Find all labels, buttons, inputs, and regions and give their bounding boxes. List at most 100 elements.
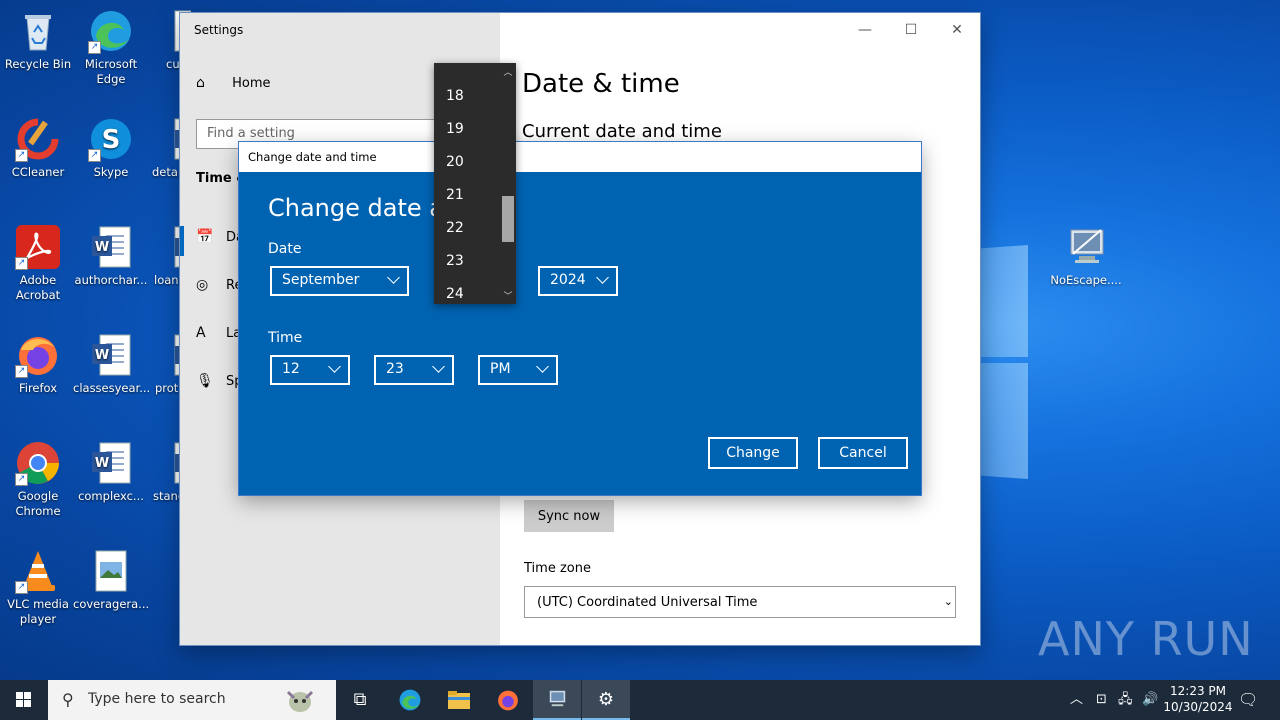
acrobat-icon: ↗ [15, 224, 61, 270]
close-button[interactable]: ✕ [934, 17, 980, 43]
ampm-value: PM [490, 361, 511, 377]
taskbar-edge-icon[interactable] [386, 680, 434, 720]
microphone-icon: 🎙 [196, 373, 214, 389]
noescape-app-icon [1063, 224, 1109, 270]
nav-home[interactable]: ⌂ Home [196, 75, 271, 91]
time-label: Time [268, 330, 303, 346]
globe-region-icon: ◎ [196, 277, 209, 293]
desktop-icon-noescape[interactable]: NoEscape.... [1048, 224, 1124, 288]
icon-label: NoEscape.... [1050, 273, 1122, 287]
minute-dropdown[interactable]: 23 [374, 355, 454, 385]
chevron-down-icon: ⌄ [943, 595, 953, 608]
nav-item-date-time[interactable]: 📅 Da [196, 229, 244, 245]
task-view-icon[interactable]: ⧉ [336, 680, 384, 720]
day-option[interactable]: 17 [446, 63, 464, 67]
anyrun-watermark: ANY RUN [1038, 612, 1254, 666]
notifications-icon[interactable]: 🗨 [1238, 680, 1258, 720]
dialog-titlebar: Change date and time [239, 142, 921, 172]
taskbar-search-placeholder: Type here to search [88, 691, 226, 707]
svg-text:W: W [95, 348, 109, 363]
taskbar-settings-gear-icon[interactable]: ⚙ [582, 680, 630, 720]
taskbar-firefox-icon[interactable] [484, 680, 532, 720]
ampm-dropdown[interactable]: PM [478, 355, 558, 385]
day-option[interactable]: 22 [446, 220, 464, 236]
icon-label: CCleaner [11, 165, 65, 179]
desktop-icon-ccleaner[interactable]: ↗ CCleaner [0, 116, 76, 180]
chevron-down-icon [328, 360, 341, 373]
desktop-icon-google-chrome[interactable]: ↗ Google Chrome [0, 440, 76, 519]
day-option[interactable]: 21 [446, 187, 464, 203]
icon-label: Adobe Acrobat [15, 273, 61, 302]
day-option[interactable]: 19 [446, 121, 464, 137]
dialog-window-title: Change date and time [248, 150, 377, 164]
volume-icon[interactable]: 🔊 [1142, 680, 1158, 720]
nav-selection-indicator [180, 226, 184, 256]
cancel-button[interactable]: Cancel [818, 437, 908, 469]
skype-icon: S ↗ [88, 116, 134, 162]
network-icon[interactable]: 🖧 [1118, 680, 1133, 720]
change-button[interactable]: Change [708, 437, 798, 469]
nav-item-region[interactable]: ◎ Re [196, 277, 242, 293]
ccleaner-icon: ↗ [15, 116, 61, 162]
icon-label: coveragera... [73, 597, 150, 611]
day-option[interactable]: 18 [446, 88, 464, 104]
svg-text:S: S [102, 125, 121, 155]
icon-label: VLC media player [7, 597, 69, 626]
nav-item-speech[interactable]: 🎙 Sp [196, 373, 243, 389]
calendar-clock-icon: 📅 [196, 229, 214, 245]
taskbar: ⚲ Type here to search ⧉ ⚙ ︿ ⊡ 🖧 🔊 12:23 … [0, 680, 1280, 720]
show-hidden-icons-chevron-up-icon[interactable]: ︿ [1070, 680, 1083, 720]
timezone-select[interactable]: (UTC) Coordinated Universal Time ⌄ [524, 586, 956, 618]
chevron-down-icon [596, 271, 609, 284]
minimize-button[interactable]: — [842, 17, 888, 43]
word-doc-icon: W [88, 332, 134, 378]
desktop-icon-firefox[interactable]: ↗ Firefox [0, 332, 76, 396]
taskbar-noescape-icon[interactable] [533, 680, 581, 720]
chevron-down-icon [387, 271, 400, 284]
scroll-down-icon[interactable]: ﹀ [500, 289, 516, 302]
page-title: Date & time [522, 69, 680, 99]
search-icon: ⚲ [62, 690, 74, 709]
search-highlight-icon [282, 684, 318, 720]
svg-text:W: W [95, 240, 109, 255]
settings-window-title: Settings [194, 23, 244, 37]
maximize-button[interactable]: ☐ [888, 17, 934, 43]
day-option[interactable]: 23 [446, 253, 464, 269]
scrollbar-thumb[interactable] [502, 196, 514, 242]
year-value: 2024 [550, 272, 586, 288]
language-icon: A [196, 325, 206, 341]
meet-now-icon[interactable]: ⊡ [1096, 680, 1107, 720]
chrome-icon: ↗ [15, 440, 61, 486]
taskbar-clock[interactable]: 12:23 PM 10/30/2024 [1160, 683, 1236, 715]
day-picker-scrollbar[interactable]: ︿ ﹀ [500, 63, 516, 304]
hour-dropdown[interactable]: 12 [270, 355, 350, 385]
scroll-up-icon[interactable]: ︿ [500, 65, 516, 78]
month-dropdown[interactable]: September [270, 266, 409, 296]
date-label: Date [268, 241, 302, 257]
search-placeholder: Find a setting [207, 126, 295, 141]
chevron-down-icon [536, 360, 549, 373]
firefox-icon: ↗ [15, 332, 61, 378]
word-doc-icon: W [88, 440, 134, 486]
sync-now-button[interactable]: Sync now [524, 500, 614, 532]
start-button[interactable] [0, 680, 48, 720]
file-explorer-icon[interactable] [435, 680, 483, 720]
day-option[interactable]: 24 [446, 286, 464, 302]
image-file-icon [88, 548, 134, 594]
desktop-icon-adobe-acrobat[interactable]: ↗ Adobe Acrobat [0, 224, 76, 303]
desktop-icon-vlc[interactable]: ↗ VLC media player [0, 548, 76, 627]
vlc-icon: ↗ [15, 548, 61, 594]
icon-label: Firefox [18, 381, 58, 395]
day-picker-list[interactable]: 17 18 19 20 21 22 23 24 ︿ ﹀ [434, 63, 516, 304]
taskbar-search-box[interactable]: ⚲ Type here to search [48, 680, 336, 720]
nav-item-language[interactable]: A La [196, 325, 241, 341]
change-date-time-dialog: Change date and time Change date and Dat… [239, 142, 921, 495]
svg-text:W: W [95, 456, 109, 471]
desktop-icon-recycle-bin[interactable]: Recycle Bin [0, 8, 76, 72]
nav-home-label: Home [232, 76, 271, 91]
hour-value: 12 [282, 361, 300, 377]
desktop-icon-coveragera[interactable]: coveragera... [73, 548, 149, 612]
day-option[interactable]: 20 [446, 154, 464, 170]
home-icon: ⌂ [196, 75, 205, 91]
year-dropdown[interactable]: 2024 [538, 266, 618, 296]
